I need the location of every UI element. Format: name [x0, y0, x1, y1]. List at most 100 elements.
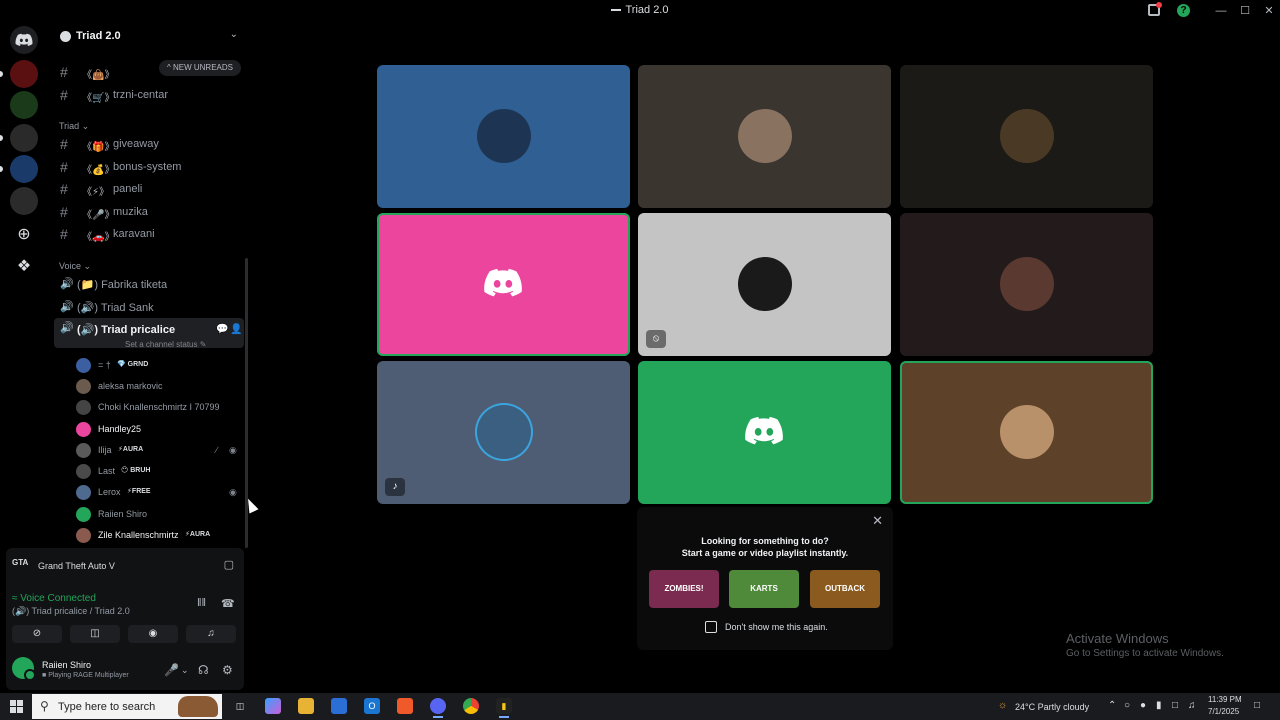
member-name: = †	[98, 360, 111, 370]
microphone-icon[interactable]: ▮	[1156, 700, 1162, 711]
category-header[interactable]: Triad ⌄	[59, 121, 89, 132]
channel-item[interactable]: # 《🚗》 karavani	[54, 224, 244, 244]
weather-icon[interactable]: ☼	[998, 700, 1007, 711]
volume-icon[interactable]: ♫	[1188, 700, 1196, 711]
tray-icon[interactable]: ○	[1124, 700, 1130, 711]
outlook-icon[interactable]: O	[364, 698, 380, 714]
add-member-icon[interactable]: 👤	[230, 324, 242, 335]
voice-member[interactable]: = † 💎 GRND	[74, 355, 244, 375]
camera-off-button[interactable]: ⊘	[12, 625, 62, 643]
speaker-icon: 🔊	[60, 278, 74, 290]
windows-start-icon[interactable]	[10, 700, 23, 713]
server-icon[interactable]	[10, 60, 38, 88]
tray-icon[interactable]: ●	[1140, 700, 1146, 711]
channel-item[interactable]: # 《💰》 bonus-system	[54, 157, 244, 177]
rage-mp-icon[interactable]: ▮	[496, 698, 512, 718]
server-badge-icon	[60, 31, 71, 42]
participant-tile[interactable]: ⦸	[638, 213, 891, 356]
file-explorer-icon[interactable]	[298, 698, 314, 714]
channel-status[interactable]: Set a channel status ✎	[125, 340, 206, 349]
game-card[interactable]: KARTS	[729, 570, 799, 608]
participant-tile[interactable]	[900, 213, 1153, 356]
help-icon[interactable]: ?	[1177, 4, 1190, 17]
voice-member[interactable]: Lerox ⚡FREE	[74, 482, 244, 502]
server-header[interactable]: Triad 2.0 ⌄	[48, 22, 250, 52]
discord-logo-icon	[744, 416, 784, 449]
avatar[interactable]	[12, 657, 36, 681]
participant-tile[interactable]: ♪	[377, 361, 630, 504]
discord-home-icon[interactable]	[10, 26, 38, 54]
maximize-button[interactable]: ☐	[1237, 3, 1253, 19]
weather-text[interactable]: 24°C Partly cloudy	[1015, 702, 1089, 712]
clock-date[interactable]: 7/1/2025	[1208, 707, 1239, 716]
brave-icon[interactable]	[397, 698, 413, 714]
server-icon[interactable]	[10, 124, 38, 152]
voice-channel-item[interactable]: 🔊 (🔊) Triad Sank	[54, 297, 244, 317]
activities-button[interactable]: ◉	[128, 625, 178, 643]
voice-member[interactable]: Raiien Shiro	[74, 504, 244, 524]
chevron-up-icon[interactable]: ⌃	[1108, 700, 1116, 711]
activity-row[interactable]: GTA Grand Theft Auto V ▢	[6, 548, 244, 582]
participant-tile[interactable]	[377, 213, 630, 356]
share-screen-button[interactable]: ◫	[70, 625, 120, 643]
avatar	[76, 358, 91, 373]
channel-item[interactable]: # 《🎁》 giveaway	[54, 134, 244, 154]
server-icon[interactable]	[10, 155, 38, 183]
participant-tile[interactable]	[900, 65, 1153, 208]
game-card[interactable]: ZOMBIES!	[649, 570, 719, 608]
participant-tile[interactable]	[377, 65, 630, 208]
game-card[interactable]: OUTBACK	[810, 570, 880, 608]
close-icon[interactable]: ✕	[872, 513, 883, 529]
settings-gear-icon[interactable]: ⚙	[222, 663, 233, 677]
minimize-button[interactable]: —	[1213, 3, 1229, 19]
chevron-down-icon[interactable]: ⌄	[230, 29, 238, 40]
add-server-icon[interactable]: ⊕	[14, 225, 34, 245]
channel-item[interactable]: # 《🛒》 trzni-centar	[54, 85, 244, 105]
channel-item[interactable]: # 《⚡》 paneli	[54, 179, 244, 199]
voice-member[interactable]: aleksa markovic	[74, 376, 244, 396]
participant-tile[interactable]	[638, 361, 891, 504]
voice-member[interactable]: Last 😶 BRUH	[74, 461, 244, 481]
network-icon[interactable]: □	[1172, 700, 1178, 711]
streaming-icon: ◉	[229, 445, 237, 455]
noise-suppression-icon[interactable]: ‖‖	[197, 597, 206, 609]
taskbar-search[interactable]: ⚲ Type here to search	[32, 694, 222, 719]
notification-icon[interactable]: □	[1254, 700, 1260, 711]
voice-status[interactable]: ≈ Voice Connected	[12, 593, 96, 604]
disconnect-icon[interactable]: ☎	[221, 597, 235, 610]
chrome-icon[interactable]	[463, 698, 479, 714]
close-window-button[interactable]: ✕	[1261, 3, 1277, 19]
screen-share-icon[interactable]: ▢	[224, 558, 234, 571]
chat-icon[interactable]: 💬	[216, 324, 228, 335]
dont-show-checkbox[interactable]	[705, 621, 717, 633]
voice-member[interactable]: Zile Knallenschmirtz ⚡AURA	[74, 525, 244, 545]
new-unreads-badge[interactable]: ^ NEW UNREADS	[159, 60, 241, 76]
task-view-icon[interactable]: ◫	[232, 698, 248, 714]
store-icon[interactable]	[331, 698, 347, 714]
member-tag: ⚡AURA	[118, 446, 144, 453]
category-header[interactable]: Voice ⌄	[59, 261, 91, 272]
copilot-icon[interactable]	[265, 698, 281, 714]
headphones-icon[interactable]: ☊	[198, 663, 209, 677]
server-icon[interactable]	[10, 187, 38, 215]
voice-member[interactable]: Choki Knallenschmirtz I 70799	[74, 397, 244, 417]
channel-item[interactable]: # 《🎤》 muzika	[54, 202, 244, 222]
user-name[interactable]: Raiien Shiro	[42, 660, 91, 670]
popup-subtitle: Start a game or video playlist instantly…	[681, 548, 849, 558]
discord-taskbar-icon[interactable]	[430, 698, 446, 718]
user-panel: GTA Grand Theft Auto V ▢ ≈ Voice Connect…	[6, 548, 244, 690]
discover-icon[interactable]: ❖	[14, 257, 34, 277]
avatar	[76, 507, 91, 522]
participant-tile[interactable]	[638, 65, 891, 208]
clock-time[interactable]: 11:39 PM	[1208, 695, 1242, 704]
voice-member[interactable]: Handley25	[74, 419, 244, 439]
chevron-down-icon[interactable]: ⌄	[181, 665, 189, 676]
inbox-icon[interactable]	[1148, 2, 1162, 16]
voice-channel-item[interactable]: 🔊 (📁) Fabrika tiketa	[54, 274, 244, 294]
voice-member[interactable]: Ilija ⚡AURA	[74, 440, 244, 460]
voice-location[interactable]: (🔊) Triad pricalice / Triad 2.0	[12, 606, 130, 617]
server-icon[interactable]	[10, 91, 38, 119]
microphone-icon[interactable]: 🎤	[164, 663, 179, 677]
soundboard-button[interactable]: ♫	[186, 625, 236, 643]
participant-tile[interactable]	[900, 361, 1153, 504]
